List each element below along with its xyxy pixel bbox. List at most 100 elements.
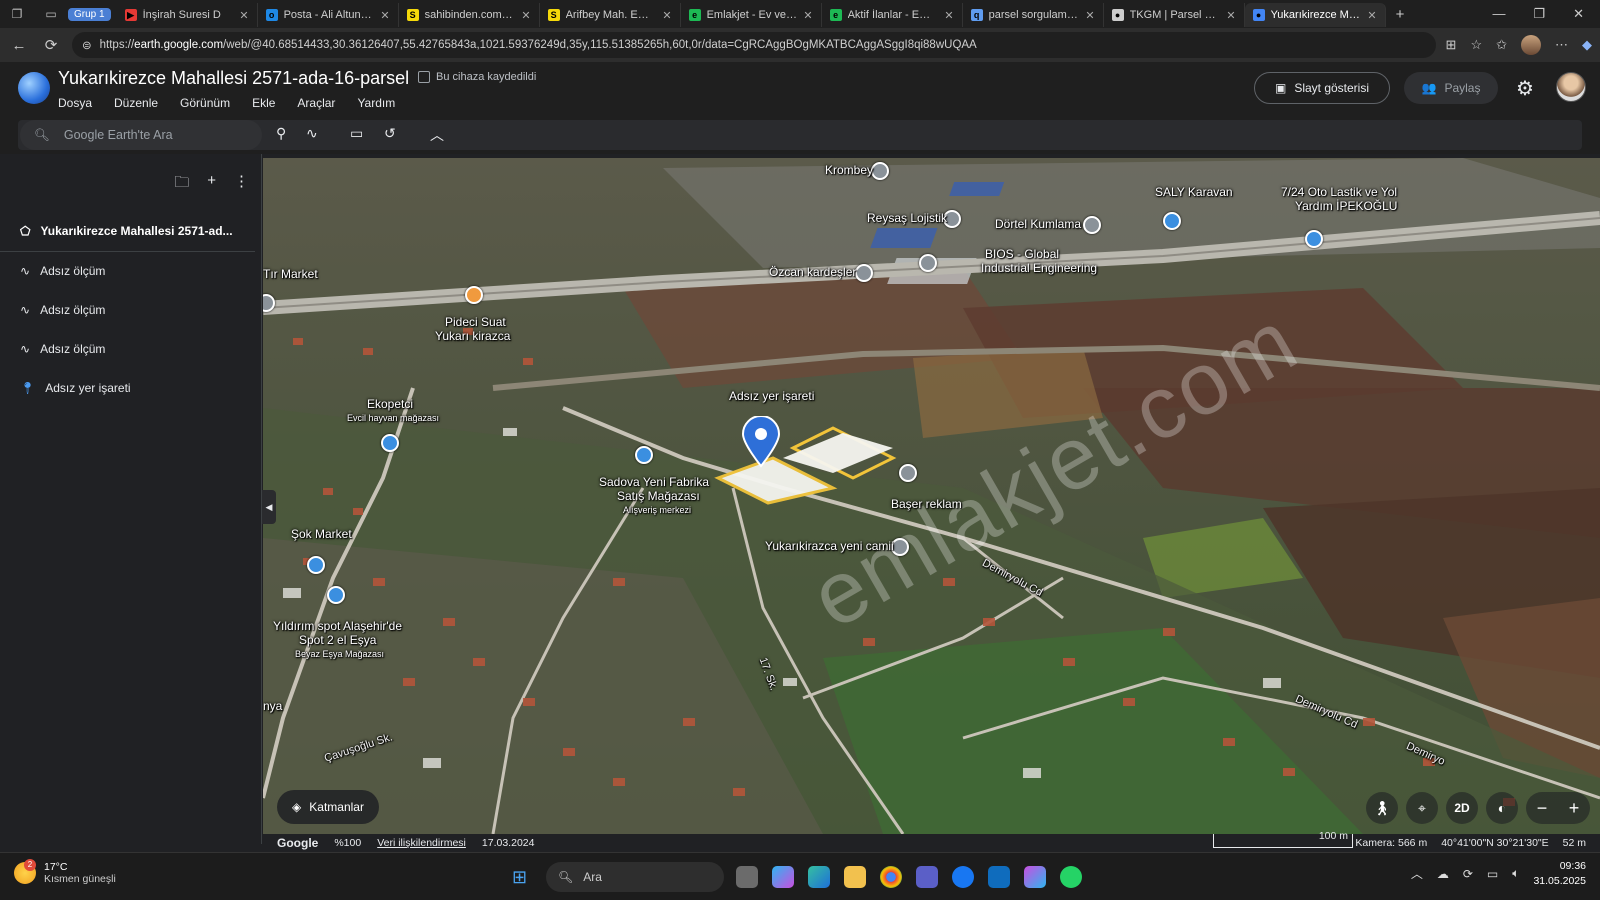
user-avatar[interactable] [1556,72,1586,102]
whatsapp-icon[interactable] [1060,866,1082,888]
browser-tab[interactable]: ● Yukarıkirezce Mahalle ✕ [1244,3,1386,27]
pegman-icon[interactable]: 🚶︎ [1366,792,1398,824]
restore-icon[interactable]: ❐ [1533,6,1545,22]
network-icon[interactable]: ▭ [1487,867,1498,881]
sidebar-more-icon[interactable]: ⋮ [234,172,249,197]
clock[interactable]: 09:36 31.05.2025 [1533,859,1586,888]
facebook-icon[interactable] [952,866,974,888]
browser-profile-avatar[interactable] [1521,35,1541,55]
new-folder-icon[interactable]: 🗀 [174,172,189,197]
file-explorer-icon[interactable] [844,866,866,888]
close-window-icon[interactable]: ✕ [1573,6,1584,22]
more-options-icon[interactable]: ⋯ [1555,37,1568,53]
shop-poi-icon[interactable] [307,556,325,574]
edge-icon[interactable] [808,866,830,888]
browser-tab[interactable]: o Posta - Ali Altun - Ou ✕ [258,3,399,27]
add-placemark-icon[interactable]: ⚲ [276,125,286,142]
browser-tab[interactable]: S Arifbey Mah. Emlak C ✕ [540,3,681,27]
sidebar-item-placemark[interactable]: 📍︎ Adsız yer işareti [0,369,255,407]
measure-ruler-icon[interactable]: ▭ [350,125,363,142]
food-poi-icon[interactable] [465,286,483,304]
sidebar-item-measurement-2[interactable]: ∿ Adsız ölçüm [0,291,255,329]
close-tab-icon[interactable]: ✕ [1367,9,1376,22]
toggle-2d-button[interactable]: 2D [1446,792,1478,824]
workspaces-icon[interactable]: ❐ [0,7,34,21]
browser-tab[interactable]: Ssahibinden.com - Tü ✕ [399,3,540,27]
app-available-icon[interactable]: ⊞ [1446,37,1457,53]
data-attribution-link[interactable]: Veri ilişkilendirmesi [377,837,466,849]
menu-edit[interactable]: Düzenle [114,96,158,110]
windows-start-icon[interactable]: ⊞ [512,867,527,888]
poi-marker-icon[interactable] [1163,212,1181,230]
historical-imagery-icon[interactable]: ↺ [384,125,396,142]
volume-icon[interactable]: 🔈︎ [1512,866,1519,881]
menu-help[interactable]: Yardım [357,96,395,110]
close-tab-icon[interactable]: ✕ [1226,9,1235,22]
tab-actions-icon[interactable]: ▭ [34,7,68,21]
add-path-icon[interactable]: ∿ [306,125,318,142]
poi-marker-icon[interactable] [855,264,873,282]
taskbar-search[interactable]: 🔍︎ Ara [546,862,724,892]
close-tab-icon[interactable]: ✕ [380,9,389,22]
new-tab-icon[interactable]: + [1386,6,1415,23]
settings-gear-icon[interactable]: ⚙ [1516,76,1534,101]
task-view-icon[interactable] [736,866,758,888]
poi-marker-icon[interactable] [871,162,889,180]
menu-insert[interactable]: Ekle [252,96,275,110]
url-field[interactable]: ⊜ https://earth.google.com/web/@40.68514… [72,32,1436,58]
reload-icon[interactable]: ⟳ [40,36,62,54]
outlook-icon[interactable] [988,866,1010,888]
slideshow-button[interactable]: ▣ Slayt gösterisi [1254,72,1390,104]
shop-poi-icon[interactable] [327,586,345,604]
menu-file[interactable]: Dosya [58,96,92,110]
close-tab-icon[interactable]: ✕ [1085,9,1094,22]
project-title[interactable]: Yukarıkirezce Mahallesi 2571-ada-16-pars… [58,68,409,89]
back-icon[interactable]: ← [8,37,30,54]
onedrive-icon[interactable]: ☁ [1437,867,1449,881]
search-input[interactable] [63,128,234,142]
zoom-in-icon[interactable]: + [1558,798,1590,819]
share-button[interactable]: 👥 Paylaş [1404,72,1498,104]
poi-marker-icon[interactable] [1305,230,1323,248]
favorite-star-icon[interactable]: ☆ [1470,37,1482,53]
copilot-icon[interactable]: ◆ [1582,37,1592,53]
poi-marker-icon[interactable] [919,254,937,272]
collapse-toolbar-icon[interactable]: ︿ [430,125,444,145]
my-location-icon[interactable]: ⌖ [1406,792,1438,824]
app-icon[interactable] [1024,866,1046,888]
shop-poi-icon[interactable] [635,446,653,464]
project-item[interactable]: ⬠ Yukarıkirezce Mahallesi 2571-ad... [0,210,255,252]
browser-tab[interactable]: ● TKGM | Parsel Sorgu ✕ [1104,3,1245,27]
placemark-pin-icon[interactable] [741,416,781,468]
close-tab-icon[interactable]: ✕ [803,9,812,22]
sidebar-item-measurement-3[interactable]: ∿ Adsız ölçüm [0,330,255,368]
close-tab-icon[interactable]: ✕ [521,9,530,22]
zoom-level[interactable]: %100 [334,837,361,849]
menu-tools[interactable]: Araçlar [297,96,335,110]
sidebar-item-measurement-1[interactable]: ∿ Adsız ölçüm [0,252,255,290]
close-tab-icon[interactable]: ✕ [944,9,953,22]
shop-poi-icon[interactable] [381,434,399,452]
browser-tab[interactable]: e Emlakjet - Ev ve Dair ✕ [681,3,822,27]
poi-marker-icon[interactable] [899,464,917,482]
close-tab-icon[interactable]: ✕ [662,9,671,22]
add-feature-icon[interactable]: + [207,172,216,197]
collapse-sidebar-icon[interactable]: ◀ [262,490,276,524]
close-tab-icon[interactable]: ✕ [239,9,248,22]
menu-view[interactable]: Görünüm [180,96,230,110]
google-earth-logo[interactable] [18,72,50,104]
weather-widget[interactable]: 2 17°C Kısmen güneşli [14,859,116,885]
teams-icon[interactable] [916,866,938,888]
compass-icon[interactable]: ◐ [1486,792,1518,824]
browser-tab[interactable]: q parsel sorgulam - Ar ✕ [963,3,1104,27]
browser-tab[interactable]: e Aktif İlanlar - Emlakje ✕ [822,3,963,27]
search-box[interactable]: 🔍︎ [20,120,262,150]
chrome-icon[interactable] [880,866,902,888]
favorites-icon[interactable]: ✩ [1496,37,1507,53]
site-info-icon[interactable]: ⊜ [82,38,92,52]
map-viewport[interactable]: emlakjet.com Krombey SALY Karavan 7/24 O… [263,158,1600,834]
zoom-out-icon[interactable]: − [1526,798,1558,819]
poi-marker-icon[interactable] [1083,216,1101,234]
tab-group-chip[interactable]: Grup 1 [68,7,111,21]
layers-button[interactable]: ◈ Katmanlar [277,790,379,824]
